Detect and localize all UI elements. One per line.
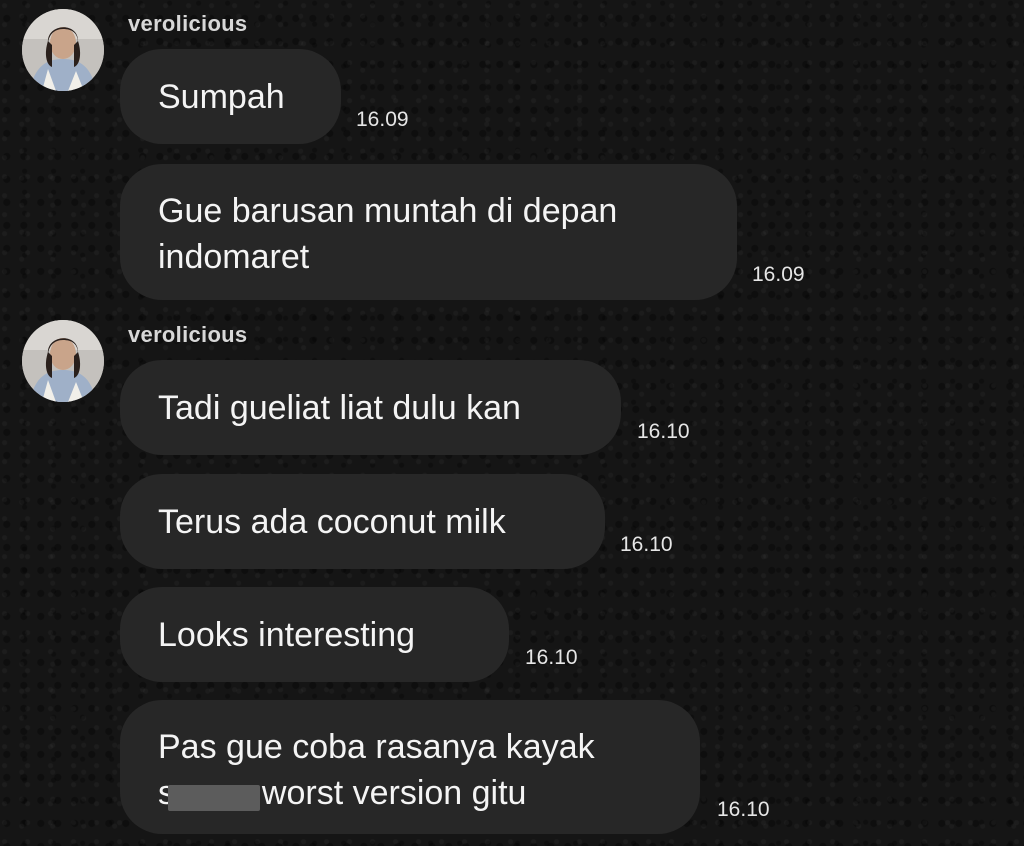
message-bubble[interactable]: Tadi gueliat liat dulu kan bbox=[120, 360, 621, 455]
message-bubble[interactable]: Gue barusan muntah di depan indomaret bbox=[120, 164, 737, 300]
message-text-line: Pas gue coba rasanya kayak bbox=[158, 728, 595, 766]
message-text: Tadi gueliat liat dulu kan bbox=[158, 388, 521, 427]
avatar[interactable] bbox=[22, 320, 104, 402]
message-text: Looks interesting bbox=[158, 615, 416, 654]
sender-username[interactable]: verolicious bbox=[128, 322, 247, 348]
message-timestamp: 16.10 bbox=[637, 420, 690, 443]
redaction-box bbox=[168, 785, 260, 811]
message-text: Sumpah bbox=[158, 77, 285, 116]
avatar-photo-icon bbox=[22, 9, 104, 91]
sender-username[interactable]: verolicious bbox=[128, 11, 247, 37]
message-bubble[interactable]: Sumpah bbox=[120, 49, 341, 144]
message-text-line: Gue barusan muntah di depan bbox=[158, 192, 618, 230]
message-bubble[interactable]: Pas gue coba rasanya kayak sperm worst v… bbox=[120, 700, 700, 834]
message-timestamp: 16.10 bbox=[525, 646, 578, 669]
message-timestamp: 16.09 bbox=[752, 263, 805, 286]
message-timestamp: 16.09 bbox=[356, 108, 409, 131]
message-bubble[interactable]: Terus ada coconut milk bbox=[120, 474, 605, 569]
message-timestamp: 16.10 bbox=[717, 798, 770, 821]
avatar[interactable] bbox=[22, 9, 104, 91]
message-bubble[interactable]: Looks interesting bbox=[120, 587, 509, 682]
message-timestamp: 16.10 bbox=[620, 533, 673, 556]
message-text-line: indomaret bbox=[158, 238, 310, 276]
avatar-photo-icon bbox=[22, 320, 104, 402]
message-text: Terus ada coconut milk bbox=[158, 502, 506, 541]
